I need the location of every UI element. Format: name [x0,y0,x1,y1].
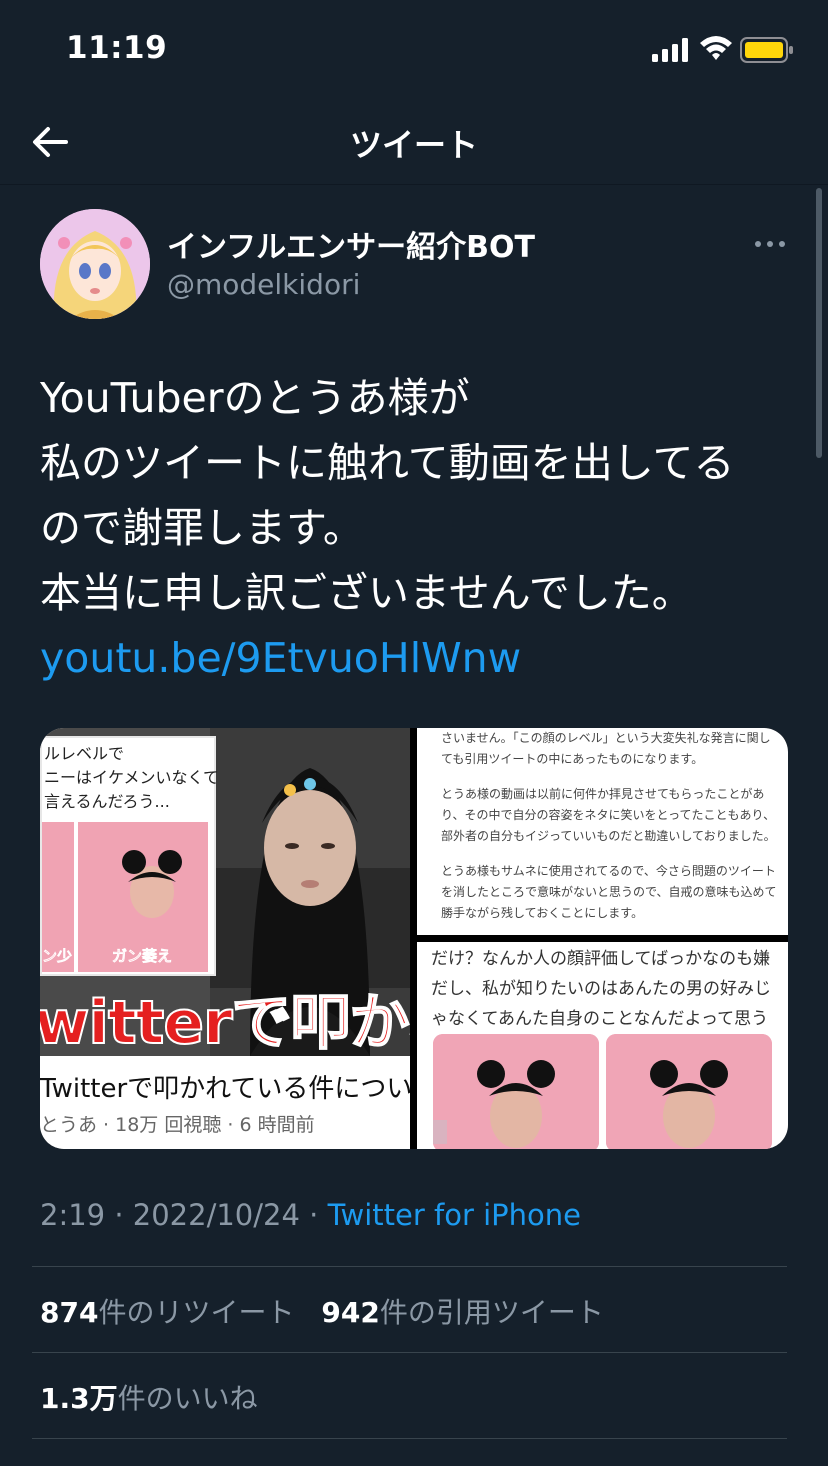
tweet-source-link[interactable]: Twitter for iPhone [328,1198,581,1232]
video-inset-panel: ルレベルで ニーはイケメンいなくて 言えるんだろう... ン少 ガン萎え [40,736,220,976]
tweet-text: YouTuberのとうあ様が 私のツイートに触れて動画を出してる ので謝罪します… [40,366,800,691]
quoted-photo [606,1034,772,1149]
video-caption-right: ガン萎え [112,947,173,966]
author-display-name[interactable]: インフルエンサー紹介BOT [167,222,535,266]
tweet-line: YouTuberのとうあ様が [40,374,470,422]
video-thumbnail: ルレベルで ニーはイケメンいなくて 言えるんだろう... ン少 ガン萎え wit… [40,728,410,1056]
quoted-photo [433,1034,599,1149]
tweet-line: 私のツイートに触れて動画を出してる [40,439,735,487]
signal-icon [652,38,688,62]
wifi-icon [700,36,732,60]
author-handle[interactable]: @modelkidori [167,268,360,301]
tweet-line: 本当に申し訳ございませんでした。 [40,569,693,617]
apology-paragraph: とうあ様の動画は以前に何件か拝見させてもらったことがあり、その中で自分の容姿をネ… [441,787,776,843]
tweet-timestamp: 2:19 · 2022/10/24 · Twitter for iPhone [40,1198,581,1232]
quote-tweets-stat[interactable]: 942件の引用ツイート [321,1296,603,1329]
video-title: Twitterで叩かれている件につい [40,1074,410,1104]
likes-stat[interactable]: 1.3万件のいいね [40,1382,258,1415]
scrollbar[interactable] [816,188,822,458]
apology-paragraph: とうあ様もサムネに使用されてるので、今さら問題のツイートを消したところで意味がな… [441,864,777,920]
retweets-stat[interactable]: 874件のリツイート [40,1296,294,1329]
divider [32,1438,787,1439]
media-video-screenshot[interactable]: ルレベルで ニーはイケメンいなくて 言えるんだろう... ン少 ガン萎え wit… [40,728,410,1149]
status-bar: 11:19 [0,0,828,100]
more-icon[interactable] [752,232,788,256]
apology-text: さいません。「この顔のレベル」という大変失礼な発言に関しても引用ツイートの中にあ… [441,728,777,935]
video-meta: とうあ · 18万 回視聴 · 6 時間前 [40,1114,315,1136]
status-time: 11:19 [66,30,168,66]
media-quoted-tweet[interactable]: だけ？なんか人の顔評価してばっかなのも嫌だし、私が知りたいのはあんたの男の好みじ… [417,942,788,1149]
tweet-link[interactable]: youtu.be/9EtvuoHlWnw [40,626,800,691]
apology-paragraph: さいません。「この顔のレベル」という大変失礼な発言に関しても引用ツイートの中にあ… [441,731,771,766]
tweet-line: ので謝罪します。 [40,504,364,552]
video-inset-text: ルレベルで ニーはイケメンいなくて 言えるんだろう... [44,744,220,811]
navigation-header: ツイート [0,100,828,185]
retweet-stats-row: 874件のリツイート 942件の引用ツイート [40,1291,622,1331]
tweet-time: 2:19 [40,1198,106,1232]
divider [32,1266,787,1267]
video-caption-left: ン少 [42,947,73,966]
tweet-date: 2022/10/24 [132,1198,300,1232]
media-grid: ルレベルで ニーはイケメンいなくて 言えるんだろう... ン少 ガン萎え wit… [40,728,788,1149]
divider [32,1352,787,1353]
page-title: ツイート [349,126,478,164]
avatar[interactable] [40,209,150,319]
battery-icon [740,37,793,63]
media-apology-document[interactable]: さいません。「この顔のレベル」という大変失礼な発言に関しても引用ツイートの中にあ… [417,728,788,935]
likes-stats-row: 1.3万件のいいね [40,1377,276,1417]
video-thumbnail-title: witterで叩かれ [40,987,410,1056]
quoted-tweet-text: だけ？なんか人の顔評価してばっかなのも嫌だし、私が知りたいのはあんたの男の好みじ… [431,949,771,1029]
